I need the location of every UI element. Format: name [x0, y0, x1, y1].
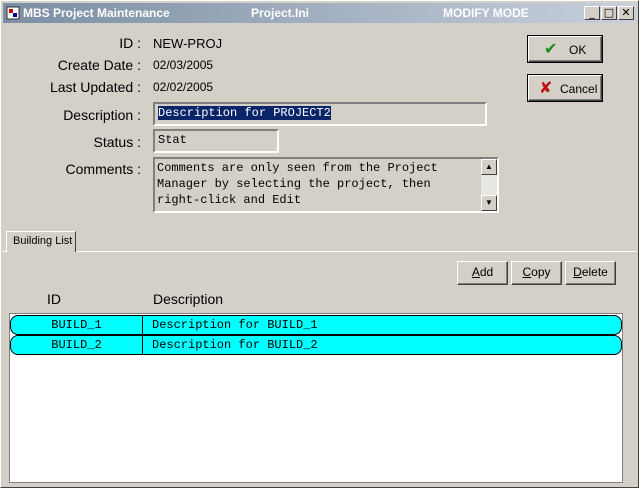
last-updated-value: 02/02/2005: [153, 80, 214, 94]
delete-button[interactable]: Delete: [565, 261, 616, 285]
copy-button[interactable]: Copy: [511, 261, 562, 285]
app-icon: [6, 6, 20, 20]
last-updated-label: Last Updated :: [49, 79, 141, 95]
row-description: Description for BUILD_2: [152, 338, 318, 352]
close-button[interactable]: ✕: [618, 6, 634, 20]
row-description: Description for BUILD_1: [152, 318, 318, 332]
comments-scrollbar[interactable]: ▲ ▼: [481, 159, 497, 211]
status-field[interactable]: Stat: [153, 129, 279, 153]
scroll-down-icon[interactable]: ▼: [481, 195, 497, 211]
create-date-value: 02/03/2005: [153, 58, 214, 72]
column-header-description: Description: [153, 291, 224, 307]
create-date-label: Create Date :: [57, 57, 141, 73]
ok-label: OK: [569, 43, 587, 57]
description-label: Description :: [63, 107, 141, 123]
ok-button[interactable]: ✔ OK: [527, 35, 603, 63]
comments-text: Comments are only seen from the Project …: [157, 161, 438, 207]
comments-label: Comments :: [65, 161, 141, 177]
window-title: MBS Project Maintenance: [23, 6, 170, 20]
file-name: Project.Ini: [251, 6, 310, 20]
minimize-button[interactable]: _: [584, 6, 600, 20]
title-bar: MBS Project Maintenance Project.Ini MODI…: [3, 3, 637, 23]
check-icon: ✔: [544, 39, 558, 58]
column-header-id: ID: [47, 291, 61, 307]
status-label: Status :: [93, 134, 141, 150]
project-maintenance-window: MBS Project Maintenance Project.Ini MODI…: [0, 0, 639, 488]
table-row[interactable]: BUILD_1 Description for BUILD_1: [10, 315, 622, 335]
id-label: ID :: [119, 35, 141, 51]
scroll-up-icon[interactable]: ▲: [481, 159, 497, 175]
x-icon: ✘: [539, 78, 553, 97]
maximize-button[interactable]: □: [601, 6, 617, 20]
tab-building-list[interactable]: Building List: [6, 231, 76, 252]
row-id: BUILD_2: [11, 336, 143, 354]
cancel-label: Cancel: [560, 82, 598, 96]
cancel-button[interactable]: ✘ Cancel: [527, 74, 603, 102]
row-id: BUILD_1: [11, 316, 143, 334]
table-row[interactable]: BUILD_2 Description for BUILD_2: [10, 335, 622, 355]
add-button[interactable]: Add: [457, 261, 508, 285]
description-field[interactable]: Description for PROJECT2: [153, 102, 487, 126]
mode-indicator: MODIFY MODE: [443, 6, 529, 20]
comments-field[interactable]: Comments are only seen from the Project …: [153, 157, 499, 213]
description-value: Description for PROJECT2: [158, 106, 331, 120]
id-value: NEW-PROJ: [153, 36, 223, 51]
building-list-grid[interactable]: BUILD_1 Description for BUILD_1 BUILD_2 …: [9, 313, 623, 483]
